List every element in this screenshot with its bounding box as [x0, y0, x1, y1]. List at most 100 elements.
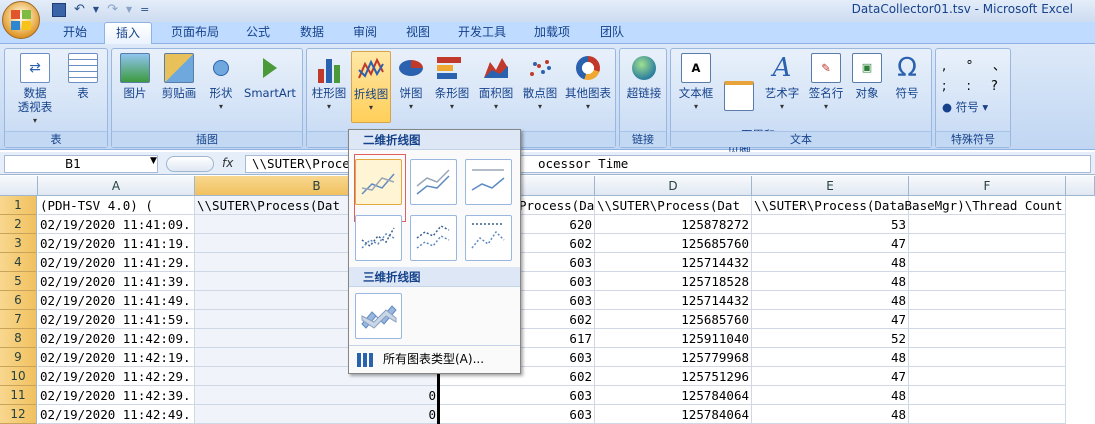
cell-e-12[interactable]: 48: [752, 405, 909, 424]
wordart-button[interactable]: A 艺术字 ▾: [761, 53, 803, 114]
row-header[interactable]: 6: [0, 291, 37, 310]
cell-d-11[interactable]: 125784064: [595, 386, 752, 405]
pivot-table-button[interactable]: ⇄ 数据 透视表 ▾: [11, 53, 59, 128]
cell-f-8[interactable]: [909, 329, 1066, 348]
line-chart-option-line-markers[interactable]: [355, 215, 402, 261]
insert-function-button[interactable]: fx: [222, 156, 233, 170]
other-charts-button[interactable]: 其他图表 ▾: [561, 53, 615, 114]
cell-a-8[interactable]: 02/19/2020 11:42:09.: [38, 329, 195, 348]
signature-line-button[interactable]: ✎ 签名行 ▾: [805, 53, 847, 114]
row-header[interactable]: 4: [0, 253, 37, 272]
cell-a-7[interactable]: 02/19/2020 11:41:59.: [38, 310, 195, 329]
cell-d-9[interactable]: 125779968: [595, 348, 752, 367]
save-icon[interactable]: [52, 2, 66, 17]
special-symbol-button[interactable]: ● 符号 ▾: [942, 97, 1014, 117]
row-header[interactable]: 9: [0, 348, 37, 367]
cell-c-12[interactable]: 603: [439, 405, 595, 424]
line-chart-option-100-stacked-line-markers[interactable]: [465, 215, 512, 261]
cell-a-4[interactable]: 02/19/2020 11:41:29.: [38, 253, 195, 272]
cell-a-11[interactable]: 02/19/2020 11:42:39.: [38, 386, 195, 405]
textbox-button[interactable]: A 文本框 ▾: [675, 53, 717, 114]
tab-review[interactable]: 审阅: [343, 22, 387, 44]
cell-d-8[interactable]: 125911040: [595, 329, 752, 348]
row-header[interactable]: 5: [0, 272, 37, 291]
cell-f-11[interactable]: [909, 386, 1066, 405]
tab-addins[interactable]: 加载项: [524, 22, 580, 44]
row-header[interactable]: 7: [0, 310, 37, 329]
name-box-dropdown-icon[interactable]: ▼: [150, 156, 157, 166]
redo-icon[interactable]: ↷: [107, 2, 118, 17]
cell-a-6[interactable]: 02/19/2020 11:41:49.: [38, 291, 195, 310]
bar-chart-button[interactable]: 条形图 ▾: [431, 53, 473, 114]
cell-f-9[interactable]: [909, 348, 1066, 367]
cell-e-2[interactable]: 53: [752, 215, 909, 234]
cell-a-9[interactable]: 02/19/2020 11:42:19.: [38, 348, 195, 367]
column-chart-button[interactable]: 柱形图 ▾: [309, 53, 349, 114]
line-chart-option-3d-line[interactable]: [355, 293, 402, 339]
cell-e-9[interactable]: 48: [752, 348, 909, 367]
cell-f-6[interactable]: [909, 291, 1066, 310]
cell-f-10[interactable]: [909, 367, 1066, 386]
tab-data[interactable]: 数据: [290, 22, 334, 44]
cell-f-7[interactable]: [909, 310, 1066, 329]
tab-formulas[interactable]: 公式: [236, 22, 280, 44]
cell-a-10[interactable]: 02/19/2020 11:42:29.: [38, 367, 195, 386]
cell-d-2[interactable]: 125878272: [595, 215, 752, 234]
select-all-corner[interactable]: [0, 176, 38, 196]
picture-button[interactable]: 图片: [116, 53, 154, 100]
cell-f-5[interactable]: [909, 272, 1066, 291]
hyperlink-button[interactable]: 超链接: [622, 53, 666, 100]
clipart-button[interactable]: 剪贴画: [156, 53, 202, 100]
cell-d-1[interactable]: \\SUTER\Process(Dat: [595, 196, 752, 215]
cell-d-5[interactable]: 125718528: [595, 272, 752, 291]
cell-e-6[interactable]: 48: [752, 291, 909, 310]
cell-f-12[interactable]: [909, 405, 1066, 424]
cell-c-11[interactable]: 603: [439, 386, 595, 405]
object-button[interactable]: ▣ 对象: [849, 53, 885, 100]
cell-f-1[interactable]: [909, 196, 1066, 215]
cell-a-2[interactable]: 02/19/2020 11:41:09.: [38, 215, 195, 234]
customize-qat-button[interactable]: =: [140, 3, 149, 16]
cell-a-12[interactable]: 02/19/2020 11:42:49.: [38, 405, 195, 424]
cell-d-6[interactable]: 125714432: [595, 291, 752, 310]
special-symbol-grid[interactable]: , ° 、 ; : ? ● 符号 ▾: [942, 57, 1014, 117]
row-header[interactable]: 12: [0, 405, 37, 424]
row-header[interactable]: 11: [0, 386, 37, 405]
worksheet-grid[interactable]: A B C D E F 1(PDH-TSV 4.0) (\\SUTER\Proc…: [0, 176, 1095, 424]
tab-home[interactable]: 开始: [52, 22, 98, 44]
line-chart-option-100-stacked-line[interactable]: [465, 159, 512, 205]
undo-dropdown-icon[interactable]: ▼: [93, 5, 99, 14]
cell-d-10[interactable]: 125751296: [595, 367, 752, 386]
cell-d-7[interactable]: 125685760: [595, 310, 752, 329]
area-chart-button[interactable]: 面积图 ▾: [475, 53, 517, 114]
line-chart-option-stacked-line[interactable]: [410, 159, 457, 205]
cell-f-3[interactable]: [909, 234, 1066, 253]
cell-e-3[interactable]: 47: [752, 234, 909, 253]
pie-chart-button[interactable]: 饼图 ▾: [395, 53, 427, 114]
smartart-button[interactable]: SmartArt: [240, 53, 300, 100]
row-header[interactable]: 10: [0, 367, 37, 386]
cell-a-1[interactable]: (PDH-TSV 4.0) (: [38, 196, 195, 215]
cell-b-11[interactable]: 0: [195, 386, 439, 405]
symbol-button[interactable]: Ω 符号: [887, 53, 927, 100]
scatter-chart-button[interactable]: 散点图 ▾: [519, 53, 561, 114]
cell-e-8[interactable]: 52: [752, 329, 909, 348]
cell-f-4[interactable]: [909, 253, 1066, 272]
cell-d-12[interactable]: 125784064: [595, 405, 752, 424]
line-chart-option-stacked-line-markers[interactable]: [410, 215, 457, 261]
all-chart-types-item[interactable]: 所有图表类型(A)...: [349, 345, 520, 373]
redo-dropdown-icon[interactable]: ▼: [126, 5, 132, 14]
tab-developer[interactable]: 开发工具: [450, 22, 514, 44]
tab-insert[interactable]: 插入: [104, 22, 152, 45]
column-header-d[interactable]: D: [595, 176, 752, 196]
column-header-g[interactable]: [1066, 176, 1095, 196]
cell-e-10[interactable]: 47: [752, 367, 909, 386]
cell-e-1[interactable]: \\SUTER\Process(DataBaseMgr)\Thread Coun…: [752, 196, 1063, 215]
tab-page-layout[interactable]: 页面布局: [162, 22, 228, 44]
row-header[interactable]: 3: [0, 234, 37, 253]
row-header[interactable]: 1: [0, 196, 37, 215]
column-header-e[interactable]: E: [752, 176, 909, 196]
name-box[interactable]: B1: [4, 155, 158, 173]
table-button[interactable]: 表: [63, 53, 103, 100]
cell-e-4[interactable]: 48: [752, 253, 909, 272]
